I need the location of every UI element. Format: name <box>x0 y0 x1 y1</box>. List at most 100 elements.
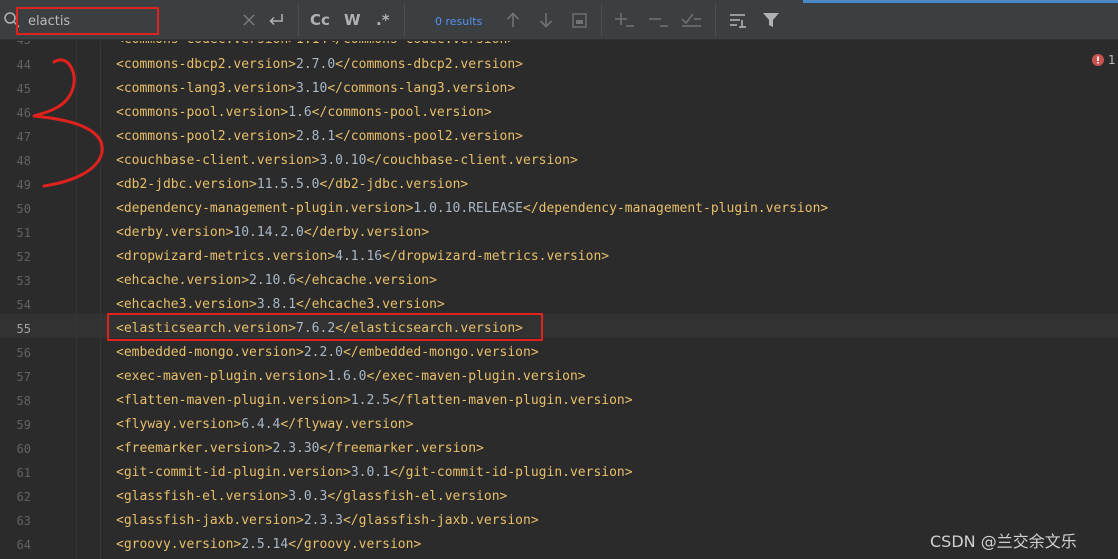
code-line[interactable]: 49 <db2-jdbc.version>11.5.5.0</db2-jdbc.v… <box>0 173 1118 197</box>
xml-close-tag: </couchbase-client.version> <box>366 153 578 168</box>
filter-icon[interactable] <box>762 10 780 34</box>
xml-value: 1.0.10.RELEASE <box>413 201 523 216</box>
code-line[interactable]: 48 <couchbase-client.version>3.0.10</couc… <box>0 149 1118 173</box>
history-icon[interactable] <box>267 11 285 33</box>
line-number: 55 <box>16 322 31 336</box>
line-number: 57 <box>16 370 31 384</box>
code-line-partial[interactable]: 43 <commons-codec.version>1.14</commons-… <box>0 41 1118 52</box>
xml-value: 2.8.1 <box>296 129 336 144</box>
code-text: <flatten-maven-plugin.version>1.2.5</fla… <box>116 389 633 413</box>
code-line[interactable]: 58 <flatten-maven-plugin.version>1.2.5</f… <box>0 389 1118 413</box>
code-text: <groovy.version>2.5.14</groovy.version> <box>116 533 421 557</box>
line-number: 60 <box>16 442 31 456</box>
xml-open-tag: <couchbase-client.version> <box>116 153 320 168</box>
add-selection-icon[interactable] <box>614 10 636 34</box>
code-line[interactable]: 61 <git-commit-id-plugin.version>3.0.1</g… <box>0 461 1118 485</box>
code-editor[interactable]: 43 <commons-codec.version>1.14</commons-… <box>0 41 1118 559</box>
remove-selection-icon[interactable] <box>648 10 670 34</box>
xml-close-tag: </commons-pool2.version> <box>335 129 523 144</box>
xml-close-tag: </groovy.version> <box>288 537 422 552</box>
select-all-icon[interactable] <box>571 10 589 34</box>
xml-open-tag: <db2-jdbc.version> <box>116 177 257 192</box>
line-number: 50 <box>16 202 31 216</box>
xml-open-tag: <commons-lang3.version> <box>116 81 297 96</box>
xml-value: 2.5.14 <box>241 537 289 552</box>
code-line[interactable]: 53 <ehcache.version>2.10.6</ehcache.versi… <box>0 269 1118 293</box>
prev-occurrence-icon[interactable] <box>504 10 522 34</box>
regex-button[interactable]: .* <box>376 11 390 29</box>
xml-value: 1.2.5 <box>350 393 390 408</box>
select-all-occurrences-icon[interactable] <box>681 10 703 34</box>
error-icon <box>1092 54 1104 66</box>
error-indicator[interactable]: 1 <box>1092 53 1116 67</box>
code-line[interactable]: 50 <dependency-management-plugin.version>… <box>0 197 1118 221</box>
code-line[interactable]: 59 <flyway.version>6.4.4</flyway.version> <box>0 413 1118 437</box>
xml-value: 2.2.0 <box>303 345 343 360</box>
xml-value: 1.6 <box>288 105 312 120</box>
xml-close-tag: </derby.version> <box>303 225 430 240</box>
xml-open-tag: <git-commit-id-plugin.version> <box>116 465 351 480</box>
xml-value: 2.7.0 <box>296 57 336 72</box>
code-line[interactable]: 62 <glassfish-el.version>3.0.3</glassfish… <box>0 485 1118 509</box>
xml-open-tag: <commons-dbcp2.version> <box>116 57 297 72</box>
xml-value: 3.0.1 <box>350 465 390 480</box>
xml-close-tag: </commons-lang3.version> <box>327 81 516 96</box>
xml-close-tag: </commons-dbcp2.version> <box>335 57 523 72</box>
filter-lines-icon[interactable] <box>728 10 748 34</box>
xml-value: 4.1.16 <box>335 249 383 264</box>
result-count: 0 results <box>435 15 483 28</box>
xml-open-tag: <glassfish-el.version> <box>116 489 289 504</box>
code-text: <commons-codec.version>1.14</commons-cod… <box>116 41 515 52</box>
search-toolbar: Cc W .* 0 results <box>0 0 1118 40</box>
xml-open-tag: <glassfish-jaxb.version> <box>116 513 304 528</box>
xml-open-tag: <groovy.version> <box>116 537 242 552</box>
active-tab-indicator <box>803 0 1118 3</box>
code-line[interactable]: 45 <commons-lang3.version>3.10</commons-l… <box>0 77 1118 101</box>
code-line[interactable]: 44 <commons-dbcp2.version>2.7.0</commons-… <box>0 53 1118 77</box>
code-line[interactable]: 51 <derby.version>10.14.2.0</derby.versio… <box>0 221 1118 245</box>
code-text: <couchbase-client.version>3.0.10</couchb… <box>116 149 578 173</box>
xml-close-tag: </flyway.version> <box>280 417 414 432</box>
line-number: 63 <box>16 514 31 528</box>
xml-value: 2.3.3 <box>303 513 343 528</box>
code-line[interactable]: 57 <exec-maven-plugin.version>1.6.0</exec… <box>0 365 1118 389</box>
annotation-box-elasticsearch-line <box>107 313 543 341</box>
xml-value: 3.10 <box>296 81 328 96</box>
xml-open-tag: <commons-pool.version> <box>116 105 289 120</box>
toolbar-separator <box>298 4 299 36</box>
code-text: <commons-pool2.version>2.8.1</commons-po… <box>116 125 523 149</box>
xml-open-tag: <ehcache3.version> <box>116 297 257 312</box>
code-line[interactable]: 52 <dropwizard-metrics.version>4.1.16</dr… <box>0 245 1118 269</box>
match-case-button[interactable]: Cc <box>310 11 330 29</box>
toolbar-separator <box>715 4 716 36</box>
toolbar-separator <box>601 4 602 36</box>
whole-words-button[interactable]: W <box>344 11 361 29</box>
xml-close-tag: </ehcache3.version> <box>296 297 445 312</box>
code-text: <db2-jdbc.version>11.5.5.0</db2-jdbc.ver… <box>116 173 468 197</box>
line-number: 54 <box>16 298 31 312</box>
code-text: <freemarker.version>2.3.30</freemarker.v… <box>116 437 484 461</box>
xml-open-tag: <flatten-maven-plugin.version> <box>116 393 351 408</box>
xml-close-tag: </commons-pool.version> <box>311 105 492 120</box>
code-line[interactable]: 46 <commons-pool.version>1.6</commons-poo… <box>0 101 1118 125</box>
xml-close-tag: </exec-maven-plugin.version> <box>366 369 586 384</box>
xml-close-tag: </git-commit-id-plugin.version> <box>389 465 633 480</box>
xml-value: 11.5.5.0 <box>256 177 320 192</box>
code-line[interactable]: 60 <freemarker.version>2.3.30</freemarker… <box>0 437 1118 461</box>
line-number: 61 <box>16 466 31 480</box>
xml-value: 3.8.1 <box>256 297 297 312</box>
xml-close-tag: </ehcache.version> <box>296 273 437 288</box>
xml-close-tag: </db2-jdbc.version> <box>319 177 469 192</box>
xml-close-tag: </glassfish-el.version> <box>327 489 508 504</box>
annotation-scribble <box>32 58 104 188</box>
xml-open-tag: <dropwizard-metrics.version> <box>116 249 336 264</box>
code-text: <ehcache.version>2.10.6</ehcache.version… <box>116 269 437 293</box>
next-occurrence-icon[interactable] <box>537 10 555 34</box>
code-line[interactable]: 56 <embedded-mongo.version>2.2.0</embedde… <box>0 341 1118 365</box>
code-line[interactable]: 47 <commons-pool2.version>2.8.1</commons-… <box>0 125 1118 149</box>
code-text: <git-commit-id-plugin.version>3.0.1</git… <box>116 461 633 485</box>
clear-icon[interactable] <box>242 12 256 31</box>
xml-close-tag: </glassfish-jaxb.version> <box>342 513 539 528</box>
code-text: <commons-lang3.version>3.10</commons-lan… <box>116 77 515 101</box>
code-text: <exec-maven-plugin.version>1.6.0</exec-m… <box>116 365 586 389</box>
